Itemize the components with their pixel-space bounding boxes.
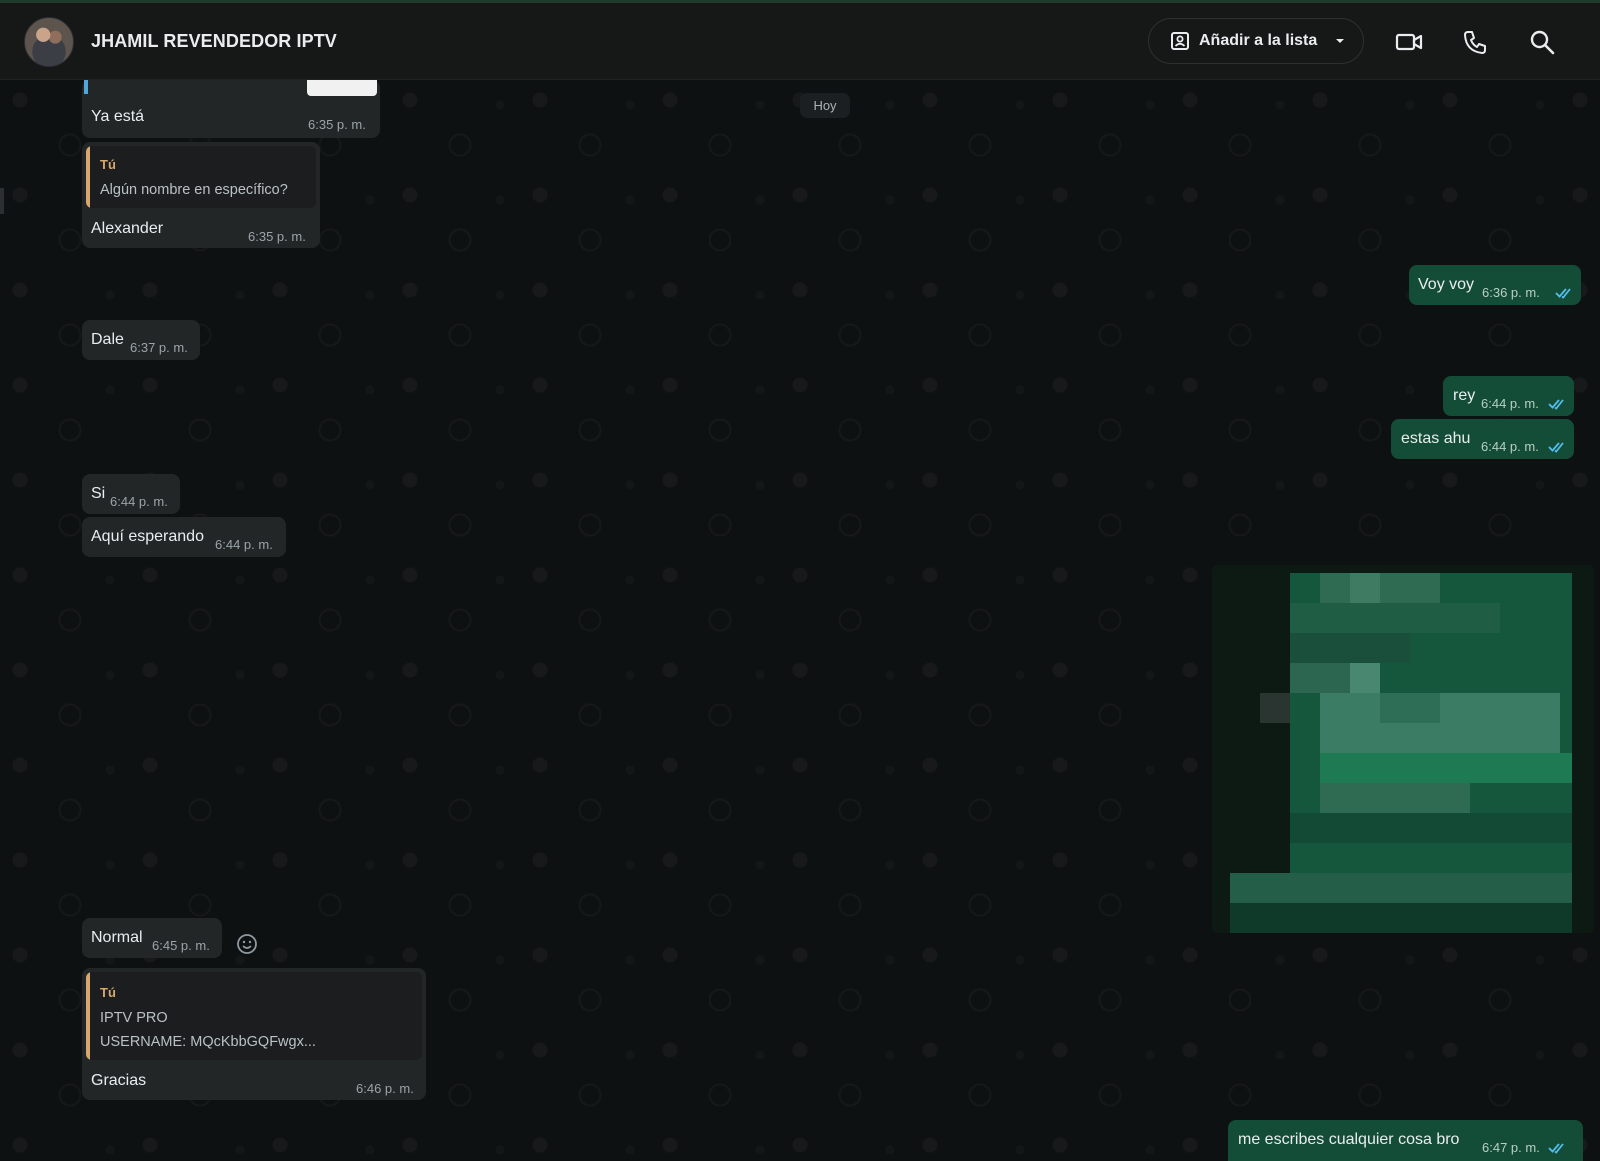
message-time: 6:44 p. m. [1481,439,1539,454]
avatar[interactable] [24,17,74,67]
message-text: Voy voy [1418,276,1475,293]
message-time: 6:44 p. m. [1481,396,1539,411]
read-receipt-icon [1548,399,1564,410]
add-to-list-button[interactable]: Añadir a la lista [1148,18,1364,64]
message-text: Dale [91,331,124,348]
pixel-block [1320,573,1440,603]
pixel-block [1320,693,1560,753]
message-text: me escribes cualquier cosa bro [1238,1131,1460,1148]
read-receipt-icon [1555,288,1571,299]
message-text: Alexander [91,220,164,237]
quote-bar [86,146,90,208]
date-divider: Hoy [800,93,850,118]
pixel-block [1380,693,1440,723]
message-bubble-out[interactable]: estas ahu 6:44 p. m. [1391,419,1574,459]
quoted-message[interactable]: Tú Algún nombre en específico? [86,146,316,208]
message-bubble-in[interactable]: Normal 6:45 p. m. [82,918,222,958]
contact-name[interactable]: JHAMIL REVENDEDOR IPTV [91,31,337,52]
read-receipt-icon [1548,442,1564,453]
pixel-block [1350,663,1380,693]
pixel-block [1350,573,1380,603]
message-text: Gracias [91,1072,147,1089]
message-time: 6:47 p. m. [1482,1140,1540,1155]
quote-text: Algún nombre en específico? [100,182,288,198]
quote-text: USERNAME: MQcKbbGQFwgx... [100,1034,316,1050]
video-call-icon[interactable] [1394,27,1424,57]
message-text: Si [91,485,106,502]
quote-author: Tú [100,157,116,172]
list-add-icon [1171,32,1189,50]
message-time: 6:37 p. m. [130,340,188,355]
message-time: 6:36 p. m. [1482,285,1540,300]
quoted-message[interactable]: Tú IPTV PRO USERNAME: MQcKbbGQFwgx... [86,972,422,1060]
quote-author: Tú [100,985,116,1000]
pixel-block [1230,873,1572,903]
message-time: 6:35 p. m. [308,117,366,132]
add-to-list-label: Añadir a la lista [1199,32,1318,49]
message-text: estas ahu [1401,430,1471,447]
phone-icon[interactable] [1460,27,1490,57]
message-text: Normal [91,929,143,946]
pixel-block [1290,603,1500,633]
quote-text: IPTV PRO [100,1010,168,1026]
message-text: rey [1453,387,1476,404]
pixel-block [1290,813,1572,843]
message-bubble-in[interactable]: Ya está 6:35 p. m. [82,80,380,138]
quote-bar [84,80,88,94]
pixel-block [1260,693,1290,723]
message-bubble-out[interactable]: rey 6:44 p. m. [1443,376,1574,416]
pixel-block [1320,753,1572,783]
message-time: 6:45 p. m. [152,938,210,953]
quote-bar [86,972,90,1060]
message-time: 6:35 p. m. [248,229,306,244]
pixel-block [1290,633,1410,663]
scroll-indicator[interactable] [0,188,4,214]
message-bubble-in[interactable]: Si 6:44 p. m. [82,474,180,514]
image-message[interactable] [1212,565,1594,933]
message-time: 6:44 p. m. [215,537,273,552]
image-thumbnail[interactable] [307,80,377,96]
read-receipt-icon [1548,1143,1564,1154]
message-bubble-in[interactable]: Dale 6:37 p. m. [82,320,200,360]
message-time: 6:46 p. m. [356,1081,414,1096]
message-bubble-in[interactable]: Tú Algún nombre en específico? Alexander… [82,142,320,248]
message-bubble-in[interactable]: Aquí esperando 6:44 p. m. [82,517,286,557]
message-text: Ya está [91,108,145,125]
pixel-block [1320,783,1470,813]
emoji-reaction-icon[interactable] [236,933,258,955]
message-bubble-out[interactable]: Voy voy 6:36 p. m. [1409,265,1581,305]
pixel-block [1230,903,1572,933]
search-icon[interactable] [1527,27,1557,57]
chevron-down-icon [1336,39,1345,43]
message-time: 6:44 p. m. [110,494,168,509]
chat-header: JHAMIL REVENDEDOR IPTV Añadir a la lista [0,3,1600,80]
message-bubble-out[interactable]: me escribes cualquier cosa bro 6:47 p. m… [1228,1120,1583,1161]
message-bubble-in[interactable]: Tú IPTV PRO USERNAME: MQcKbbGQFwgx... Gr… [82,968,426,1100]
message-text: Aquí esperando [91,528,204,545]
